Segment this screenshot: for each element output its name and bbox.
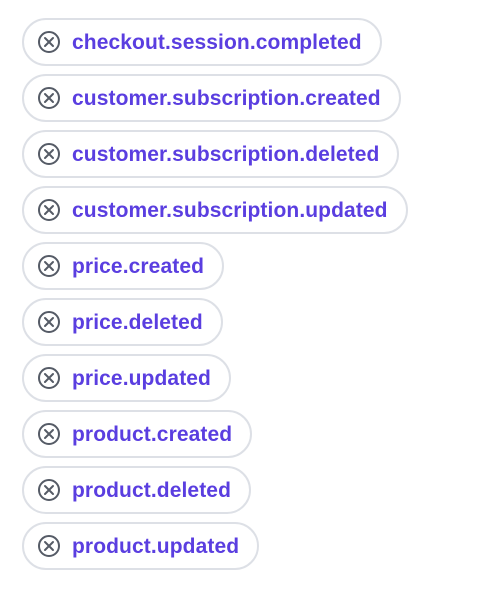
remove-chip-button[interactable] bbox=[36, 85, 62, 111]
event-chip: customer.subscription.updated bbox=[22, 186, 408, 234]
event-chip-label: price.created bbox=[72, 254, 205, 278]
circle-x-icon bbox=[38, 479, 60, 501]
remove-chip-button[interactable] bbox=[36, 309, 62, 335]
event-chip-label: product.deleted bbox=[72, 478, 232, 502]
circle-x-icon bbox=[38, 311, 60, 333]
event-chip-label: customer.subscription.updated bbox=[72, 198, 388, 222]
circle-x-icon bbox=[38, 255, 60, 277]
event-chip: product.updated bbox=[22, 522, 260, 570]
event-chip: price.created bbox=[22, 242, 225, 290]
event-chip: product.deleted bbox=[22, 466, 252, 514]
event-chip-label: checkout.session.completed bbox=[72, 30, 362, 54]
remove-chip-button[interactable] bbox=[36, 421, 62, 447]
event-chip: product.created bbox=[22, 410, 253, 458]
event-chip: customer.subscription.deleted bbox=[22, 130, 400, 178]
remove-chip-button[interactable] bbox=[36, 197, 62, 223]
event-chip: customer.subscription.created bbox=[22, 74, 401, 122]
remove-chip-button[interactable] bbox=[36, 253, 62, 279]
circle-x-icon bbox=[38, 143, 60, 165]
event-chip: checkout.session.completed bbox=[22, 18, 382, 66]
event-chip-label: price.deleted bbox=[72, 310, 203, 334]
event-chip-label: product.updated bbox=[72, 534, 240, 558]
remove-chip-button[interactable] bbox=[36, 141, 62, 167]
event-chip-label: customer.subscription.deleted bbox=[72, 142, 380, 166]
circle-x-icon bbox=[38, 199, 60, 221]
remove-chip-button[interactable] bbox=[36, 29, 62, 55]
remove-chip-button[interactable] bbox=[36, 477, 62, 503]
event-chip-label: customer.subscription.created bbox=[72, 86, 381, 110]
remove-chip-button[interactable] bbox=[36, 365, 62, 391]
circle-x-icon bbox=[38, 367, 60, 389]
event-chip-label: price.updated bbox=[72, 366, 211, 390]
event-chip-label: product.created bbox=[72, 422, 233, 446]
event-chip: price.deleted bbox=[22, 298, 223, 346]
remove-chip-button[interactable] bbox=[36, 533, 62, 559]
circle-x-icon bbox=[38, 535, 60, 557]
circle-x-icon bbox=[38, 31, 60, 53]
event-chip-list: checkout.session.completed customer.subs… bbox=[22, 18, 408, 570]
circle-x-icon bbox=[38, 423, 60, 445]
event-chip: price.updated bbox=[22, 354, 231, 402]
circle-x-icon bbox=[38, 87, 60, 109]
